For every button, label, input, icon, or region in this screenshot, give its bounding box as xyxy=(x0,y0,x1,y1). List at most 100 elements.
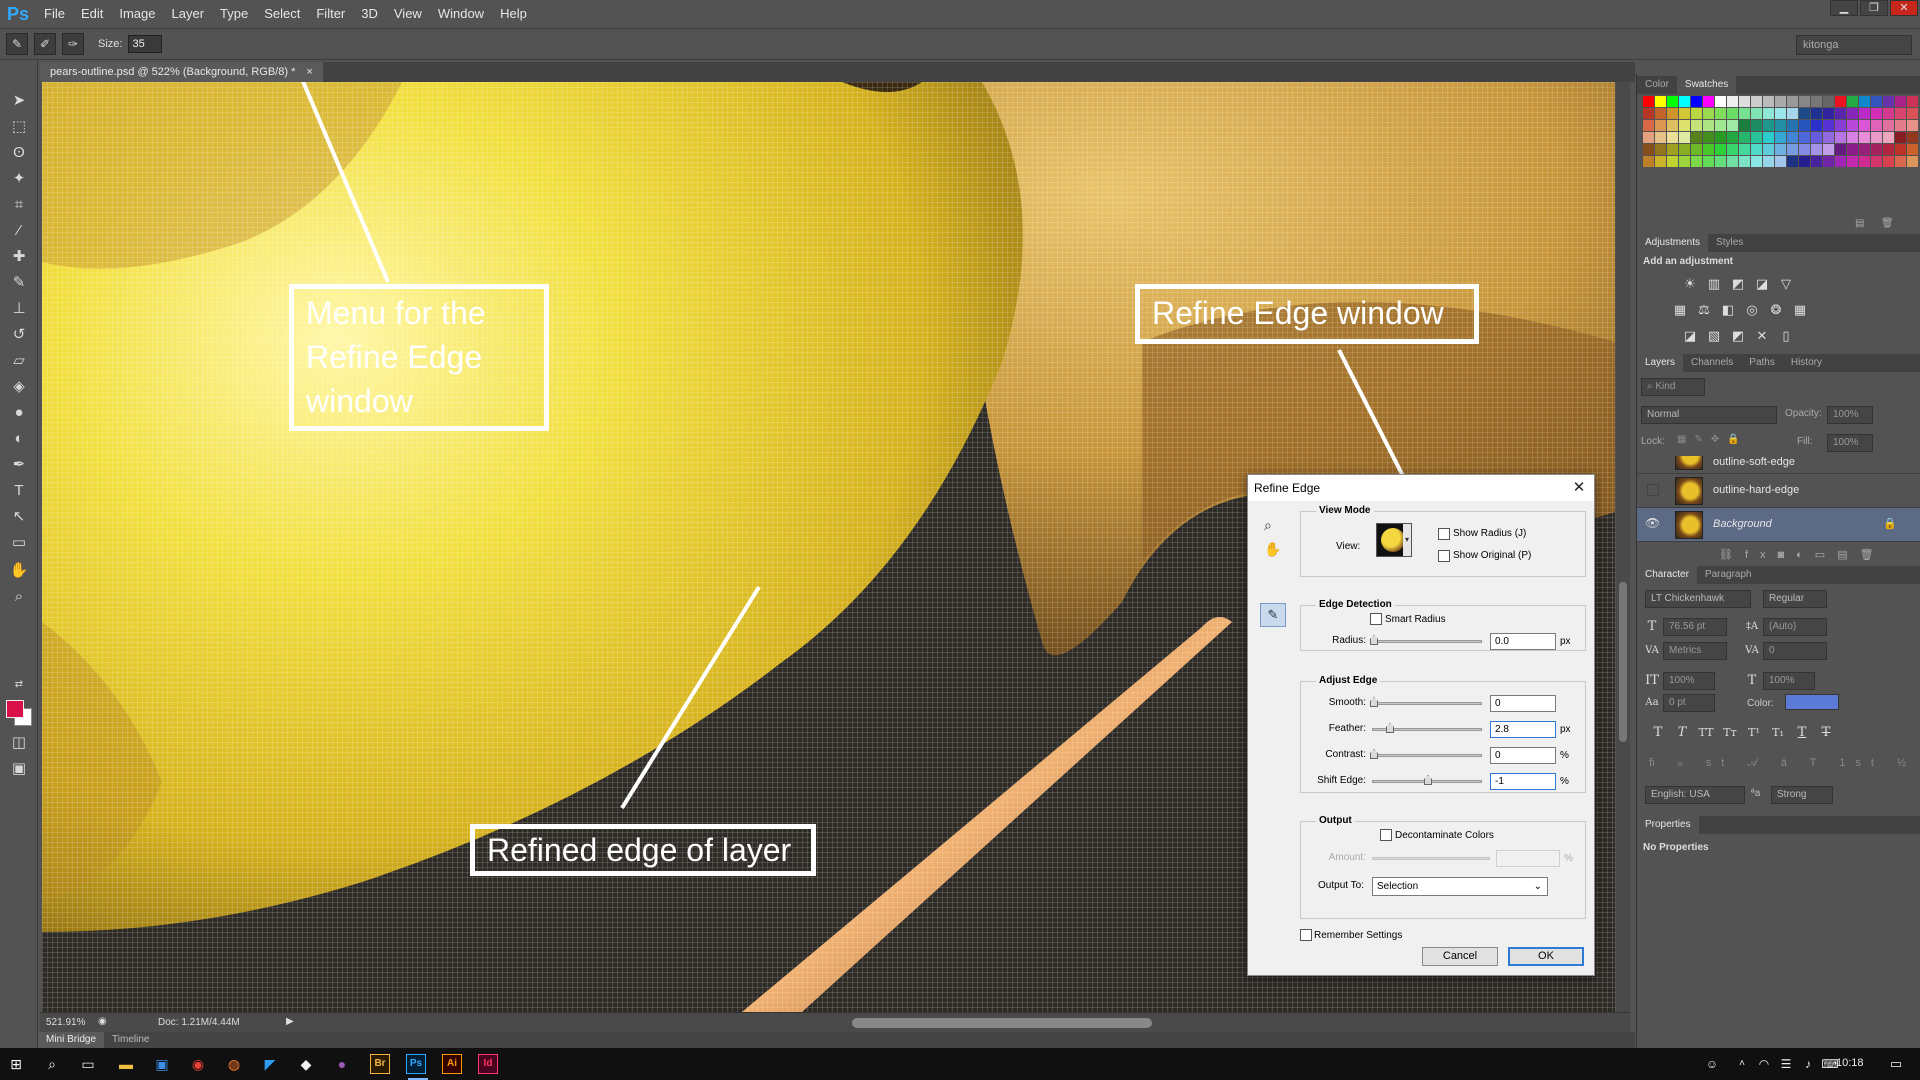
restore-icon[interactable]: ❐ xyxy=(1860,0,1888,16)
volume-icon[interactable]: ♪ xyxy=(1796,1052,1820,1076)
swatch[interactable] xyxy=(1727,108,1738,119)
swatch[interactable] xyxy=(1703,132,1714,143)
swatch[interactable] xyxy=(1799,120,1810,131)
swatch[interactable] xyxy=(1667,156,1678,167)
color-lookup-icon[interactable]: ▦ xyxy=(1791,302,1809,318)
swatch[interactable] xyxy=(1847,144,1858,155)
swatch[interactable] xyxy=(1859,156,1870,167)
swatch[interactable] xyxy=(1655,108,1666,119)
history-brush-tool-icon[interactable]: ↺ xyxy=(8,324,30,346)
firefox-icon[interactable]: ◍ xyxy=(222,1052,246,1076)
swatch[interactable] xyxy=(1679,132,1690,143)
swatch[interactable] xyxy=(1799,96,1810,107)
show-radius-checkbox[interactable] xyxy=(1438,528,1450,540)
layer-action-icons[interactable]: ⛓fx◙◐▭▤🗑 xyxy=(1719,548,1886,561)
swatch[interactable] xyxy=(1739,120,1750,131)
show-original-checkbox[interactable] xyxy=(1438,550,1450,562)
swatch[interactable] xyxy=(1907,132,1918,143)
swatch[interactable] xyxy=(1895,108,1906,119)
invert-icon[interactable]: ◪ xyxy=(1681,328,1699,344)
ok-button[interactable]: OK xyxy=(1508,947,1584,966)
tab-styles[interactable]: Styles xyxy=(1708,234,1751,252)
swatch[interactable] xyxy=(1859,132,1870,143)
swatch[interactable] xyxy=(1883,132,1894,143)
exposure-icon[interactable]: ◪ xyxy=(1753,276,1771,292)
menu-file[interactable]: File xyxy=(36,0,73,28)
swatch[interactable] xyxy=(1883,156,1894,167)
tracking-input[interactable]: 0 xyxy=(1763,642,1827,660)
swatch[interactable] xyxy=(1655,96,1666,107)
swatch[interactable] xyxy=(1679,108,1690,119)
swatch[interactable] xyxy=(1835,156,1846,167)
swatch[interactable] xyxy=(1859,96,1870,107)
new-swatch-icon[interactable]: ▤ xyxy=(1855,218,1864,229)
swatch[interactable] xyxy=(1751,144,1762,155)
blur-tool-icon[interactable]: ● xyxy=(8,402,30,424)
swatch[interactable] xyxy=(1895,120,1906,131)
zoom-tool-icon[interactable]: ⌕ xyxy=(8,586,30,608)
brush-preset-icon[interactable]: ✎ xyxy=(6,33,28,55)
indesign-app-icon[interactable]: Id xyxy=(478,1054,498,1074)
swatch[interactable] xyxy=(1703,144,1714,155)
swatch[interactable] xyxy=(1667,120,1678,131)
swatch[interactable] xyxy=(1727,156,1738,167)
swatch[interactable] xyxy=(1643,132,1654,143)
swatch[interactable] xyxy=(1823,108,1834,119)
threshold-icon[interactable]: ◩ xyxy=(1729,328,1747,344)
swatch[interactable] xyxy=(1907,156,1918,167)
font-size-input[interactable]: 76.56 pt xyxy=(1663,618,1727,636)
swatch[interactable] xyxy=(1871,144,1882,155)
photoshop-app-icon[interactable]: Ps xyxy=(406,1054,426,1074)
language-select[interactable]: English: USA xyxy=(1645,786,1745,804)
tab-properties[interactable]: Properties xyxy=(1637,816,1699,834)
workspace-switcher[interactable]: kitonga xyxy=(1796,35,1912,55)
erase-refinements-icon[interactable]: ✑ xyxy=(62,33,84,55)
radius-slider[interactable] xyxy=(1372,640,1482,643)
swatch[interactable] xyxy=(1679,156,1690,167)
posterize-icon[interactable]: ▧ xyxy=(1705,328,1723,344)
gradient-map-icon[interactable]: ▯ xyxy=(1777,328,1795,344)
swatch[interactable] xyxy=(1643,108,1654,119)
font-style-select[interactable]: Regular xyxy=(1763,590,1827,608)
swatch[interactable] xyxy=(1859,144,1870,155)
menu-select[interactable]: Select xyxy=(256,0,308,28)
swatch[interactable] xyxy=(1775,96,1786,107)
task-view-icon[interactable]: ▭ xyxy=(76,1052,100,1076)
swatch[interactable] xyxy=(1679,120,1690,131)
tab-color[interactable]: Color xyxy=(1637,76,1677,94)
swatch[interactable] xyxy=(1739,96,1750,107)
strikethrough-icon[interactable]: T xyxy=(1817,724,1835,742)
swatch[interactable] xyxy=(1763,96,1774,107)
swatch[interactable] xyxy=(1847,156,1858,167)
opacity-input[interactable]: 100% xyxy=(1827,406,1873,424)
swatch[interactable] xyxy=(1715,132,1726,143)
horizontal-scroll-thumb[interactable] xyxy=(852,1018,1152,1028)
swatch[interactable] xyxy=(1895,144,1906,155)
selective-color-icon[interactable]: ✕ xyxy=(1753,328,1771,344)
quick-mask-icon[interactable]: ◫ xyxy=(8,732,30,754)
foreground-color-swatch[interactable] xyxy=(6,700,24,718)
black-white-icon[interactable]: ◧ xyxy=(1719,302,1737,318)
swap-colors-icon[interactable]: ⇄ xyxy=(8,674,30,696)
swatch[interactable] xyxy=(1727,120,1738,131)
swatch[interactable] xyxy=(1679,144,1690,155)
zoom-level[interactable]: 521.91% xyxy=(46,1017,85,1028)
swatch[interactable] xyxy=(1691,132,1702,143)
swatch[interactable] xyxy=(1667,132,1678,143)
swatch[interactable] xyxy=(1643,144,1654,155)
git-icon[interactable]: ◆ xyxy=(294,1052,318,1076)
tray-chevron-icon[interactable]: ˄ xyxy=(1730,1052,1754,1076)
swatch[interactable] xyxy=(1751,96,1762,107)
file-explorer-icon[interactable]: ▬ xyxy=(114,1052,138,1076)
swatch[interactable] xyxy=(1655,120,1666,131)
swatch[interactable] xyxy=(1643,156,1654,167)
swatch[interactable] xyxy=(1823,120,1834,131)
swatch[interactable] xyxy=(1811,120,1822,131)
brush-tool-icon[interactable]: ✎ xyxy=(8,272,30,294)
swatch[interactable] xyxy=(1763,156,1774,167)
swatch[interactable] xyxy=(1907,108,1918,119)
vscode-icon[interactable]: ◤ xyxy=(258,1052,282,1076)
pen-tool-icon[interactable]: ✒ xyxy=(8,454,30,476)
move-tool-icon[interactable]: ➤ xyxy=(8,90,30,112)
superscript-icon[interactable]: T¹ xyxy=(1745,724,1763,742)
